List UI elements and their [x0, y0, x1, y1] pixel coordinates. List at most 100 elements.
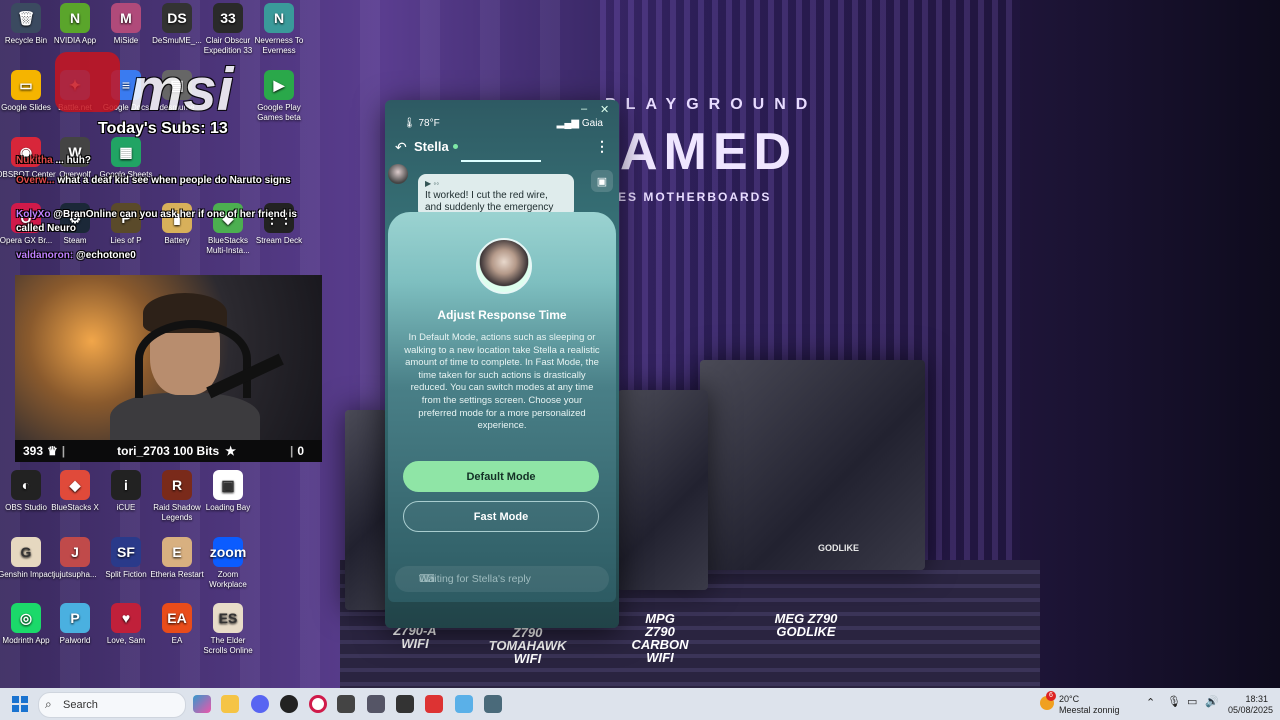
star-icon: ★: [225, 444, 236, 458]
wallpaper-playground: PLAYGROUND: [605, 96, 818, 113]
bits-bar: 393 ♛ | tori_2703 100 Bits ★ | 0: [15, 440, 322, 462]
app-icon: ◎: [11, 603, 41, 633]
discord-icon[interactable]: [251, 695, 269, 713]
app-taskbar-icon[interactable]: [396, 695, 414, 713]
avatar[interactable]: [388, 164, 408, 184]
chat-user: KolyXo: [16, 209, 51, 220]
app-icon: zoom: [210, 537, 246, 567]
volume-icon[interactable]: 🔊: [1205, 697, 1219, 708]
desktop-icon[interactable]: ▶ Google Play Games beta: [249, 70, 309, 123]
app-icon: ◆: [60, 470, 90, 500]
search-label: Search: [63, 699, 98, 711]
header-underline: [461, 160, 541, 162]
contact-name: Stella: [414, 139, 449, 154]
chat-user: valdanoron:: [16, 250, 74, 261]
app-taskbar-icon[interactable]: [367, 695, 385, 713]
app-icon: J: [60, 537, 90, 567]
chat-header: ↶ Stella ⋮: [385, 136, 619, 162]
chat-text: @echotone0: [76, 250, 136, 261]
product-label-4: MEG Z790 GODLIKE: [774, 611, 838, 639]
product-label-2: Z790 TOMAHAWK WIFI: [488, 625, 567, 666]
desktop-icon-label: Stream Deck: [255, 236, 303, 245]
board-label: GODLIKE: [818, 543, 860, 553]
desktop-icon-label: Google Play Games beta: [257, 103, 301, 122]
back-icon[interactable]: ↶: [395, 139, 407, 156]
chat-text: what a deaf kid see when people do Narut…: [57, 175, 291, 186]
modal-title: Adjust Response Time: [437, 308, 567, 322]
app-icon: N: [264, 3, 294, 33]
app-icon: E: [162, 537, 192, 567]
obs-taskbar-icon[interactable]: [280, 695, 298, 713]
weather-temp: 20°C: [1059, 694, 1080, 704]
app-icon: 🗑: [11, 3, 41, 33]
opera-icon[interactable]: [309, 695, 327, 713]
app-taskbar-icon[interactable]: [337, 695, 355, 713]
reply-input[interactable]: Waiting for Stella's reply ⌨: [395, 566, 609, 592]
status-bar: 🌡 78°F ▂▄▆ Gaia: [385, 118, 619, 132]
stella-app-window: – ✕ 🌡 78°F ▂▄▆ Gaia ↶ Stella ⋮ ▶ ◦◦ It w…: [385, 100, 619, 628]
chevron-up-icon[interactable]: ⌃: [1146, 698, 1155, 709]
search-icon: ⌕: [45, 697, 52, 711]
chat-text: @BranOnline can you ask her if one of he…: [16, 209, 297, 234]
minimize-icon[interactable]: –: [581, 103, 587, 115]
carrier-name: Gaia: [581, 118, 603, 129]
app-icon: ▣: [213, 470, 243, 500]
stella-avatar: [476, 238, 532, 294]
webcam-feed: [15, 275, 322, 440]
network-icon[interactable]: ▭: [1187, 697, 1197, 708]
default-mode-button[interactable]: Default Mode: [403, 461, 599, 492]
app-icon: EA: [162, 603, 192, 633]
online-indicator: [453, 144, 458, 149]
stella-taskbar-icon[interactable]: [484, 695, 502, 713]
product-label-3: MPG Z790 CARBON WIFI: [631, 611, 689, 665]
chat-user: Overw...: [16, 175, 55, 186]
app-icon: M: [111, 3, 141, 33]
signal-icon: ▂▄▆: [556, 118, 580, 129]
microphone-icon[interactable]: 🎙: [1167, 697, 1181, 708]
chat-line: Nukitha ... huh?: [16, 155, 316, 166]
app-icon: i: [111, 470, 141, 500]
modal-description: In Default Mode, actions such as sleepin…: [404, 332, 600, 432]
file-explorer-icon[interactable]: [221, 695, 239, 713]
clock[interactable]: 18:31 05/08/2025: [1228, 694, 1273, 716]
desktop-icon-label: Lies of P: [110, 236, 142, 245]
desktop-icon-label: Zoom Workplace: [209, 570, 247, 589]
chat-text: ... huh?: [55, 155, 91, 166]
close-icon[interactable]: ✕: [600, 103, 609, 116]
app-icon: ▭: [11, 70, 41, 100]
fast-mode-button[interactable]: Fast Mode: [403, 501, 599, 532]
crown-icon: ♛: [47, 444, 58, 458]
desktop-icon[interactable]: N Neverness To Everness: [249, 3, 309, 56]
desktop-icon[interactable]: zoom Zoom Workplace: [198, 537, 258, 590]
contact-card-icon[interactable]: ▣: [591, 170, 613, 192]
app-icon: SF: [111, 537, 141, 567]
desktop-icon[interactable]: ES The Elder Scrolls Online: [198, 603, 258, 656]
copilot-icon[interactable]: [193, 695, 211, 713]
app-icon: N: [60, 3, 90, 33]
bits-right: 0: [297, 444, 305, 458]
subs-counter: Today's Subs: 13: [98, 120, 228, 137]
app-icon: ◐: [11, 470, 41, 500]
more-options-icon[interactable]: ⋮: [595, 138, 609, 155]
play-audio-icon[interactable]: ▶ ◦◦: [425, 178, 567, 190]
response-time-modal: Adjust Response Time In Default Mode, ac…: [388, 212, 616, 602]
chat-line: Overw... what a deaf kid see when people…: [16, 174, 316, 188]
app-icon: DS: [162, 3, 192, 33]
search-box[interactable]: ⌕ Search: [38, 692, 186, 718]
notepad-icon[interactable]: [455, 695, 473, 713]
msi-dragon-icon: [55, 52, 120, 112]
taskbar: ⌕ Search 6 20°C Meestal zonnig ⌃ 🎙 ▭ 🔊 1…: [0, 688, 1280, 720]
wallpaper-subheading: ES MOTHERBOARDS: [618, 190, 772, 204]
start-icon[interactable]: [12, 696, 28, 712]
chat-line: KolyXo @BranOnline can you ask her if on…: [16, 208, 316, 236]
message-text: It worked! I cut the red wire, and sudde…: [425, 190, 554, 213]
weather-desc: Meestal zonnig: [1059, 705, 1120, 715]
app-taskbar-icon-active[interactable]: [425, 695, 443, 713]
bits-count: 393: [23, 444, 44, 458]
keyboard-icon[interactable]: ⌨: [419, 572, 599, 585]
chat-user: Nukitha: [16, 155, 53, 166]
app-icon: ♥: [111, 603, 141, 633]
desktop-icon[interactable]: ▣ Loading Bay: [198, 470, 258, 513]
weather-widget[interactable]: 20°C Meestal zonnig: [1059, 694, 1120, 716]
chat-line: valdanoron: @echotone0: [16, 250, 316, 261]
